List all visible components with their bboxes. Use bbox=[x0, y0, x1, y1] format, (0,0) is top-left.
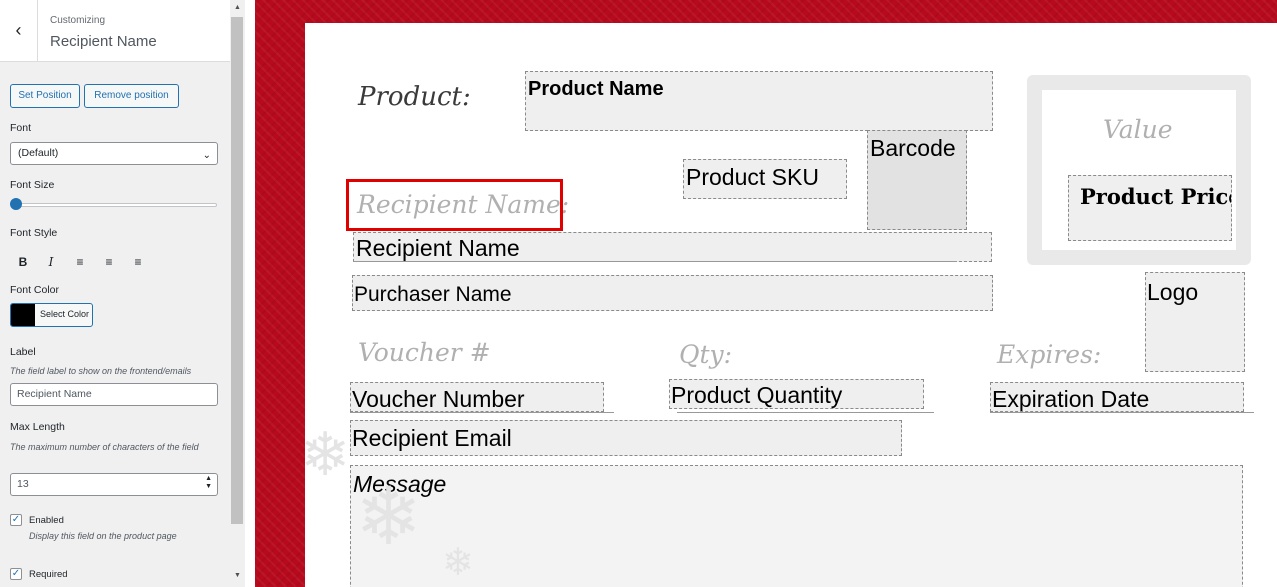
expiration-date-field[interactable]: Expiration Date bbox=[990, 382, 1244, 412]
check-icon: ✓ bbox=[11, 514, 21, 525]
align-left-icon: ≡ bbox=[76, 255, 84, 269]
chevron-left-icon: ‹ bbox=[15, 20, 22, 40]
product-quantity-field[interactable]: Product Quantity bbox=[669, 379, 924, 409]
product-sku-field[interactable]: Product SKU bbox=[683, 159, 847, 199]
barcode-field[interactable]: Barcode bbox=[867, 130, 967, 230]
customizer-header: ‹ Customizing Recipient Name bbox=[0, 0, 230, 62]
snowflake-icon: ❄ bbox=[442, 542, 474, 584]
font-select[interactable]: (Default) ⌄ bbox=[10, 142, 218, 165]
label-input[interactable]: Recipient Name bbox=[10, 383, 218, 406]
align-left-button[interactable]: ≡ bbox=[71, 253, 89, 271]
font-size-slider-thumb[interactable] bbox=[10, 198, 22, 210]
align-right-button[interactable]: ≡ bbox=[129, 253, 147, 271]
number-stepper[interactable]: ▲ ▼ bbox=[205, 475, 212, 491]
value-script-label: Value bbox=[1103, 115, 1173, 144]
font-size-label: Font Size bbox=[10, 179, 55, 191]
recipient-email-field[interactable]: Recipient Email bbox=[350, 420, 902, 456]
voucher-card: Product: Recipient Name: Value Voucher #… bbox=[305, 23, 1277, 587]
enabled-checkbox[interactable]: ✓ bbox=[10, 514, 22, 526]
label-field-desc: The field label to show on the frontend/… bbox=[10, 366, 192, 376]
logo-field[interactable]: Logo bbox=[1145, 272, 1245, 372]
qty-script-label: Qty: bbox=[679, 340, 733, 369]
italic-button[interactable]: I bbox=[42, 253, 60, 271]
required-checkbox[interactable]: ✓ bbox=[10, 568, 22, 580]
product-quantity-underline bbox=[677, 412, 934, 413]
check-icon: ✓ bbox=[11, 568, 21, 579]
product-name-field[interactable]: Product Name bbox=[525, 71, 993, 131]
snowflake-icon: ❄ bbox=[355, 472, 423, 561]
customizer-sidebar: ‹ Customizing Recipient Name Set Positio… bbox=[0, 0, 245, 587]
italic-icon: I bbox=[48, 255, 54, 269]
scroll-down-arrow-icon[interactable]: ▼ bbox=[234, 572, 241, 579]
required-label: Required bbox=[29, 569, 68, 580]
scrollbar-thumb[interactable] bbox=[231, 17, 243, 524]
message-field[interactable]: Message bbox=[350, 465, 1243, 587]
align-center-icon: ≡ bbox=[105, 255, 113, 269]
product-price-field[interactable]: Product Price bbox=[1068, 175, 1232, 241]
max-length-value: 13 bbox=[17, 478, 29, 490]
product-script-label: Product: bbox=[358, 82, 471, 112]
max-length-desc: The maximum number of characters of the … bbox=[10, 442, 199, 452]
font-label: Font bbox=[10, 122, 32, 134]
purchaser-name-field[interactable]: Purchaser Name bbox=[352, 275, 993, 311]
voucher-number-field[interactable]: Voucher Number bbox=[350, 382, 604, 412]
remove-position-button[interactable]: Remove position bbox=[84, 84, 179, 108]
snowflake-icon: ❄ bbox=[300, 421, 351, 488]
align-center-button[interactable]: ≡ bbox=[100, 253, 118, 271]
expires-script-label: Expires: bbox=[997, 340, 1102, 369]
sidebar-scrollbar[interactable]: ▲ ▼ bbox=[230, 0, 245, 587]
font-size-slider-track[interactable] bbox=[14, 203, 217, 207]
breadcrumb: Customizing bbox=[50, 15, 106, 26]
back-button[interactable]: ‹ bbox=[0, 0, 38, 61]
recipient-name-field[interactable]: Recipient Name bbox=[353, 232, 992, 262]
expiration-date-underline bbox=[990, 412, 1254, 413]
customizer-controls: Set Position Remove position Font (Defau… bbox=[0, 62, 230, 587]
select-color-text: Select Color bbox=[40, 309, 90, 319]
label-field-label: Label bbox=[10, 346, 36, 358]
voucher-number-underline bbox=[350, 412, 614, 413]
selected-field-highlight[interactable] bbox=[346, 179, 563, 231]
voucher-script-label: Voucher # bbox=[358, 338, 491, 367]
select-color-button[interactable]: Select Color bbox=[10, 303, 93, 327]
font-style-label: Font Style bbox=[10, 227, 58, 239]
bold-icon: B bbox=[18, 255, 28, 269]
panel-title: Recipient Name bbox=[50, 33, 157, 50]
align-right-icon: ≡ bbox=[134, 255, 142, 269]
chevron-down-icon: ⌄ bbox=[202, 150, 211, 161]
enabled-desc: Display this field on the product page bbox=[29, 531, 177, 541]
font-select-value: (Default) bbox=[18, 147, 59, 159]
font-color-label: Font Color bbox=[10, 284, 60, 296]
color-swatch bbox=[11, 304, 35, 326]
bold-button[interactable]: B bbox=[14, 253, 32, 271]
scroll-up-arrow-icon[interactable]: ▲ bbox=[234, 4, 241, 11]
set-position-button[interactable]: Set Position bbox=[10, 84, 80, 108]
enabled-label: Enabled bbox=[29, 515, 64, 526]
max-length-label: Max Length bbox=[10, 421, 65, 433]
max-length-input[interactable]: 13 ▲ ▼ bbox=[10, 473, 218, 496]
recipient-name-underline bbox=[353, 261, 957, 262]
